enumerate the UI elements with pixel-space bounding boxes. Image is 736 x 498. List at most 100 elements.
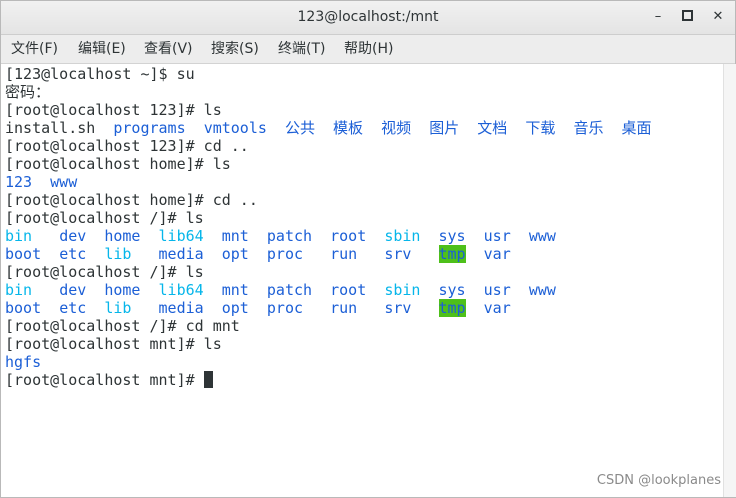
menu-bar: 文件(F) 编辑(E) 查看(V) 搜索(S) 终端(T) 帮助(H) <box>1 35 735 64</box>
terminal-line: [root@localhost mnt]# <box>5 371 213 389</box>
directory-entry: lib <box>104 299 132 317</box>
terminal-text: [root@localhost home]# cd .. <box>5 191 258 209</box>
directory-entry: 音乐 <box>573 119 604 137</box>
directory-entry: mnt <box>221 227 249 245</box>
directory-entry: root <box>330 227 367 245</box>
terminal-line: boot etc lib media opt proc run srv tmp … <box>5 299 511 317</box>
directory-entry: run <box>330 245 358 263</box>
terminal-line: hgfs <box>5 353 41 371</box>
terminal-line: [root@localhost 123]# ls <box>5 101 222 119</box>
terminal-line: [root@localhost mnt]# ls <box>5 335 222 353</box>
maximize-button[interactable] <box>676 7 698 27</box>
menu-edit[interactable]: 编辑(E) <box>78 35 126 63</box>
directory-entry: media <box>158 245 204 263</box>
directory-entry: boot <box>5 299 42 317</box>
directory-entry: 视频 <box>381 119 412 137</box>
directory-entry: 公共 <box>284 119 315 137</box>
directory-entry: tmp <box>438 245 466 263</box>
directory-entry: lib64 <box>158 227 204 245</box>
directory-entry: 模板 <box>333 119 364 137</box>
minimize-button[interactable]: – <box>647 7 669 27</box>
terminal-line: 123 www <box>5 173 77 191</box>
directory-entry: programs <box>113 119 186 137</box>
terminal-line: 密码： <box>5 83 50 101</box>
directory-entry: etc <box>59 299 87 317</box>
directory-entry: www <box>50 173 78 191</box>
directory-entry: vmtools <box>203 119 267 137</box>
close-button[interactable]: ✕ <box>707 7 729 27</box>
menu-terminal[interactable]: 终端(T) <box>278 35 325 63</box>
directory-entry: bin <box>5 227 33 245</box>
terminal-text: [123@localhost ~]$ su <box>5 65 195 83</box>
directory-entry: www <box>528 227 556 245</box>
directory-entry: tmp <box>438 299 466 317</box>
terminal-text: [root@localhost 123]# ls <box>5 101 222 119</box>
directory-entry: 文档 <box>477 119 508 137</box>
directory-entry: run <box>330 299 358 317</box>
menu-file[interactable]: 文件(F) <box>11 35 58 63</box>
directory-entry: root <box>330 281 367 299</box>
directory-entry: patch <box>266 281 313 299</box>
terminal-text: [root@localhost mnt]# <box>5 371 204 389</box>
menu-view[interactable]: 查看(V) <box>144 35 193 63</box>
directory-entry: www <box>528 281 556 299</box>
terminal-text: [root@localhost /]# cd mnt <box>5 317 240 335</box>
terminal-output[interactable]: [123@localhost ~]$ su 密码： [root@localhost … <box>1 64 723 497</box>
directory-entry: opt <box>221 245 249 263</box>
directory-entry: 123 <box>5 173 33 191</box>
directory-entry: 桌面 <box>621 119 652 137</box>
title-bar[interactable]: 123@localhost:/mnt – ✕ <box>1 1 735 35</box>
directory-entry: hgfs <box>5 353 42 371</box>
directory-entry: etc <box>59 245 87 263</box>
terminal-text: [root@localhost mnt]# ls <box>5 335 222 353</box>
terminal-line: bin dev home lib64 mnt patch root sbin s… <box>5 281 556 299</box>
terminal-line: [root@localhost home]# ls <box>5 155 231 173</box>
directory-entry: mnt <box>221 281 249 299</box>
terminal-line: [root@localhost home]# cd .. <box>5 191 258 209</box>
directory-entry: boot <box>5 245 42 263</box>
terminal-line: [root@localhost /]# ls <box>5 209 204 227</box>
terminal-window: 123@localhost:/mnt – ✕ 文件(F) 编辑(E) 查看(V)… <box>0 0 736 498</box>
menu-help[interactable]: 帮助(H) <box>344 35 393 63</box>
directory-entry: patch <box>266 227 313 245</box>
vertical-scrollbar[interactable] <box>723 64 736 497</box>
watermark: CSDN @lookplanes <box>596 473 721 488</box>
terminal-line: [123@localhost ~]$ su <box>5 65 195 83</box>
terminal-line: boot etc lib media opt proc run srv tmp … <box>5 245 511 263</box>
directory-entry: 下载 <box>525 119 556 137</box>
terminal-line: [root@localhost 123]# cd .. <box>5 137 249 155</box>
text-cursor <box>203 371 213 388</box>
menu-search[interactable]: 搜索(S) <box>211 35 259 63</box>
